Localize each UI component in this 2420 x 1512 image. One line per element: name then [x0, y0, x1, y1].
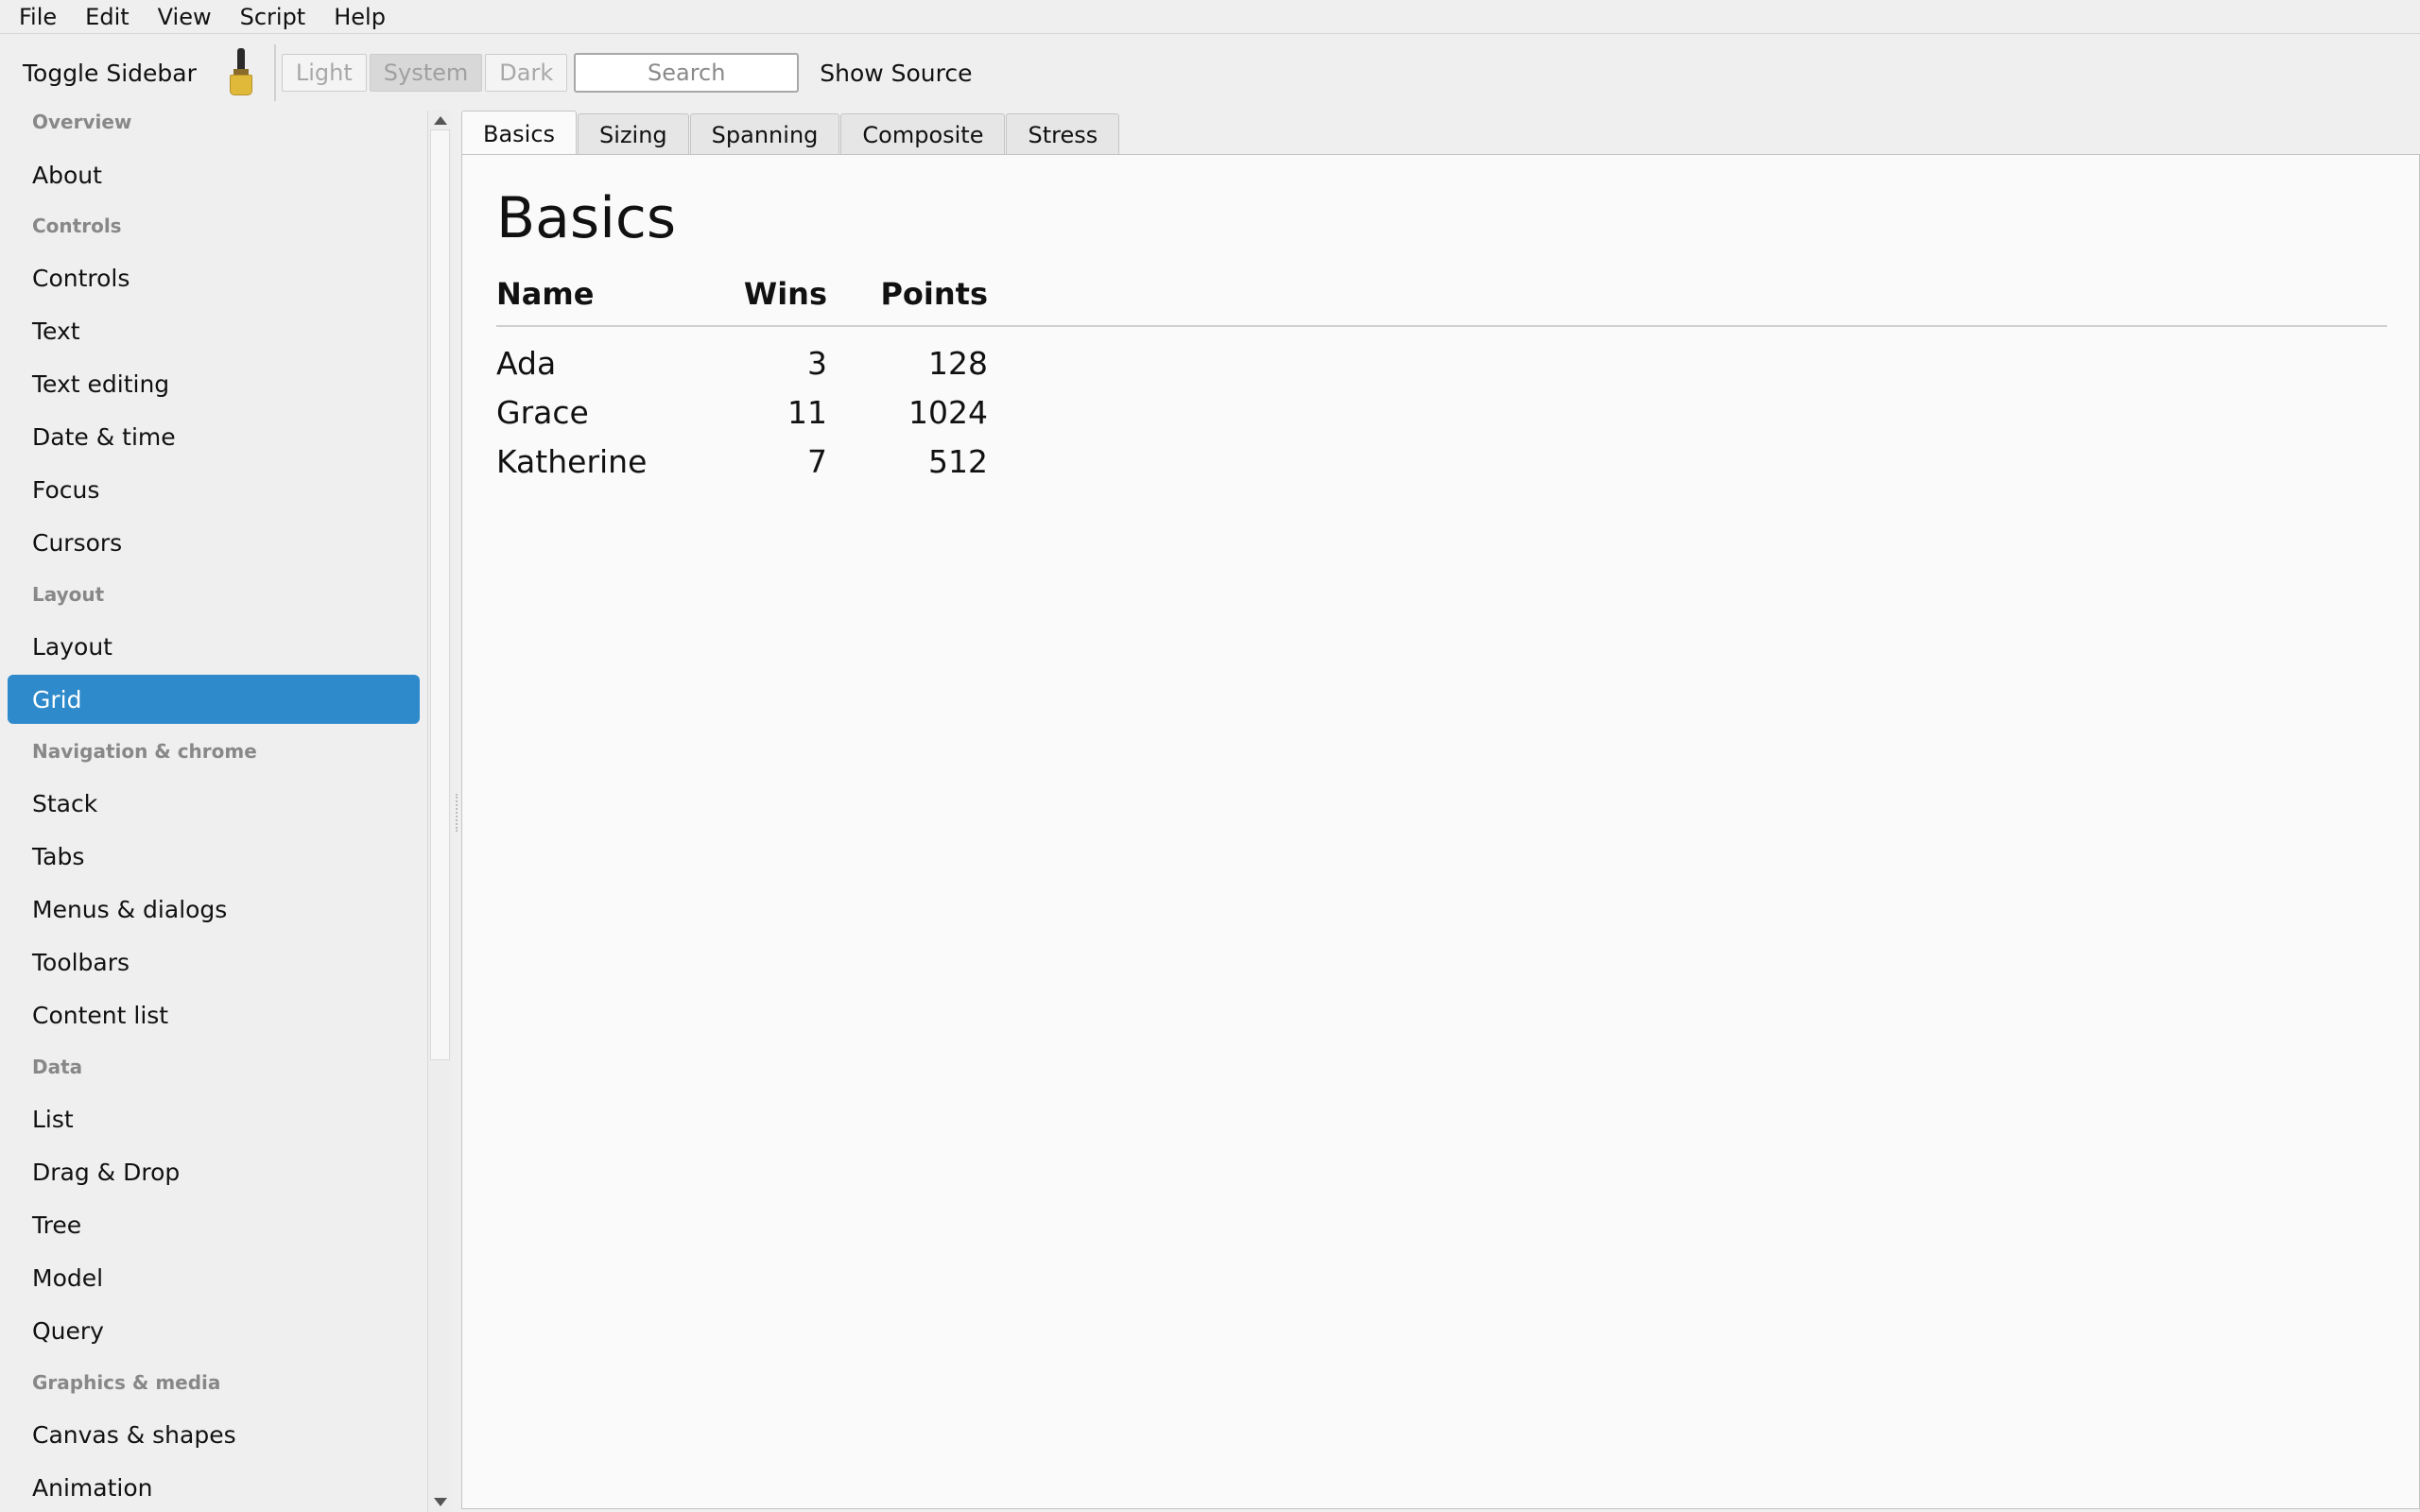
menu-script[interactable]: Script	[240, 4, 306, 30]
sidebar-item-layout[interactable]: Layout	[8, 622, 420, 671]
cell-name: Grace	[496, 393, 589, 431]
scroll-up-arrow-icon[interactable]	[434, 116, 447, 125]
cell-name: Katherine	[496, 442, 648, 480]
column-header-points: Points	[880, 276, 988, 312]
table-row: Katherine 7 512	[496, 437, 2387, 486]
menu-file[interactable]: File	[19, 4, 57, 30]
sidebar-item-stack[interactable]: Stack	[8, 779, 420, 828]
table-row: Ada 3 128	[496, 338, 2387, 387]
cell-points: 128	[928, 344, 988, 382]
content-panel: Basics Name Wins Points Ada 3 128 Grace …	[461, 154, 2420, 1509]
scroll-down-arrow-icon[interactable]	[434, 1498, 447, 1506]
search-input[interactable]: Search	[574, 53, 800, 93]
sidebar-item-content-list[interactable]: Content list	[8, 990, 420, 1040]
sidebar-item-query[interactable]: Query	[8, 1306, 420, 1355]
page-title: Basics	[496, 185, 677, 251]
sidebar-group-overview: Overview	[32, 111, 132, 133]
sidebar-item-model[interactable]: Model	[8, 1253, 420, 1302]
tab-sizing[interactable]: Sizing	[578, 113, 689, 155]
sidebar-group-controls: Controls	[32, 215, 122, 237]
sidebar-group-data: Data	[32, 1056, 83, 1078]
menu-bar: File Edit View Script Help	[0, 0, 2420, 34]
sidebar-item-about[interactable]: About	[8, 150, 420, 199]
column-header-wins: Wins	[743, 276, 827, 312]
theme-selector: Light System Dark	[281, 54, 570, 92]
theme-dark-button[interactable]: Dark	[485, 54, 568, 92]
grid-table: Name Wins Points Ada 3 128 Grace 11 1024…	[496, 276, 2387, 486]
splitter-handle[interactable]	[456, 794, 459, 832]
menu-view[interactable]: View	[158, 4, 212, 30]
cell-points: 512	[928, 442, 988, 480]
toolbar-separator	[273, 44, 276, 101]
table-row: Grace 11 1024	[496, 387, 2387, 437]
tab-bar: Basics Sizing Spanning Composite Stress	[461, 111, 1120, 156]
cell-wins: 11	[787, 393, 827, 431]
sidebar-item-text[interactable]: Text	[8, 306, 420, 355]
toolbar: Toggle Sidebar Light System Dark Search …	[0, 35, 2420, 111]
sidebar-item-drag-drop[interactable]: Drag & Drop	[8, 1147, 420, 1196]
theme-light-button[interactable]: Light	[281, 54, 367, 92]
show-source-button[interactable]: Show Source	[820, 60, 972, 87]
sidebar-item-tree[interactable]: Tree	[8, 1200, 420, 1249]
column-header-name: Name	[496, 276, 595, 312]
header-divider	[496, 325, 2387, 327]
sidebar-item-tabs[interactable]: Tabs	[8, 832, 420, 881]
menu-help[interactable]: Help	[334, 4, 386, 30]
tab-basics[interactable]: Basics	[461, 111, 578, 156]
table-header: Name Wins Points	[496, 276, 2387, 312]
cell-wins: 3	[807, 344, 827, 382]
sidebar-group-layout: Layout	[32, 583, 105, 606]
sidebar-scrollbar[interactable]	[427, 111, 452, 1512]
sidebar-item-list[interactable]: List	[8, 1094, 420, 1143]
scrollbar-thumb[interactable]	[430, 129, 450, 1060]
cell-wins: 7	[807, 442, 827, 480]
sidebar-group-graphics-media: Graphics & media	[32, 1371, 221, 1394]
sidebar-item-canvas-shapes[interactable]: Canvas & shapes	[8, 1410, 420, 1459]
sidebar-group-navigation-chrome: Navigation & chrome	[32, 740, 257, 763]
sidebar-item-menus-dialogs[interactable]: Menus & dialogs	[8, 885, 420, 934]
tab-stress[interactable]: Stress	[1006, 113, 1120, 155]
tab-spanning[interactable]: Spanning	[689, 113, 840, 155]
sidebar-item-text-editing[interactable]: Text editing	[8, 359, 420, 408]
paintbrush-icon[interactable]	[227, 46, 255, 99]
cell-name: Ada	[496, 344, 557, 382]
sidebar-item-animation[interactable]: Animation	[8, 1463, 420, 1512]
sidebar-item-focus[interactable]: Focus	[8, 465, 420, 514]
sidebar-item-toolbars[interactable]: Toolbars	[8, 937, 420, 987]
sidebar-item-controls[interactable]: Controls	[8, 253, 420, 302]
sidebar-item-cursors[interactable]: Cursors	[8, 518, 420, 567]
sidebar: Overview About Controls Controls Text Te…	[0, 111, 427, 1512]
menu-edit[interactable]: Edit	[85, 4, 129, 30]
sidebar-item-date-time[interactable]: Date & time	[8, 412, 420, 461]
cell-points: 1024	[908, 393, 988, 431]
tab-composite[interactable]: Composite	[840, 113, 1006, 155]
theme-system-button[interactable]: System	[369, 54, 483, 92]
sidebar-item-grid[interactable]: Grid	[8, 675, 420, 724]
toggle-sidebar-button[interactable]: Toggle Sidebar	[23, 60, 197, 87]
